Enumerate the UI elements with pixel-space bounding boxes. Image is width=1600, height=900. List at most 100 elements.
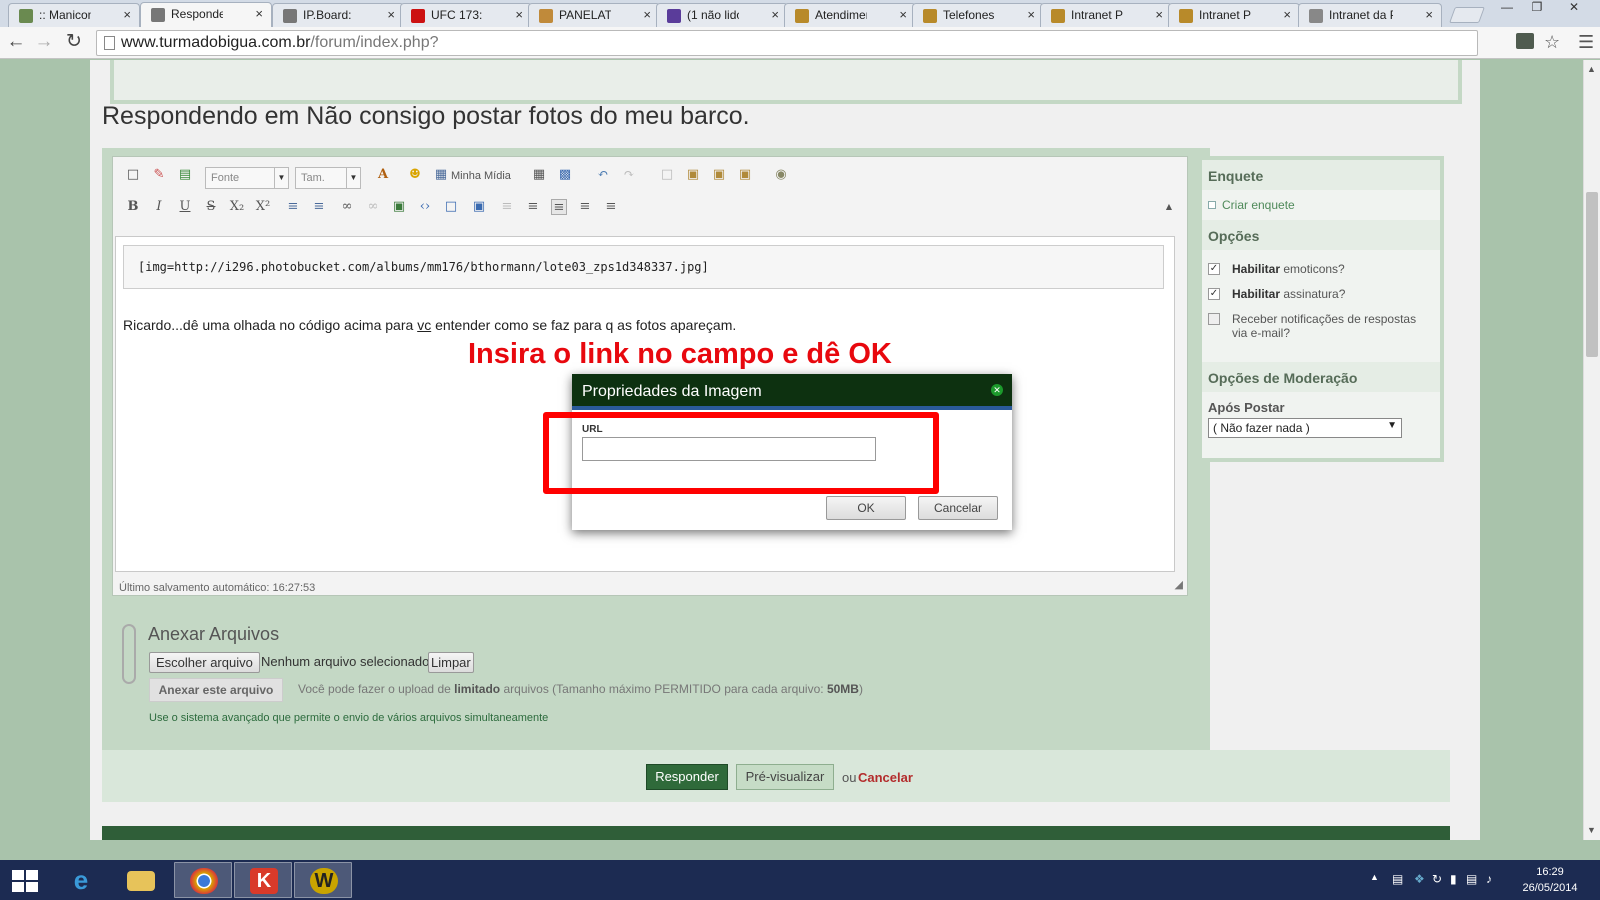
tab-close-icon[interactable]: × (643, 7, 651, 22)
numbered-list-icon[interactable]: ≡ (311, 199, 327, 215)
ie-taskbar-button[interactable]: e (52, 862, 110, 898)
enable-emoticons-option[interactable]: ✓ Habilitar emoticons? (1208, 262, 1345, 276)
close-icon[interactable]: ✕ (991, 384, 1003, 396)
extension-icon[interactable] (1516, 33, 1534, 49)
tab-1[interactable]: :: Manicomio × (8, 3, 140, 27)
dialog-cancel-button[interactable]: Cancelar (918, 496, 998, 520)
scrollbar-thumb[interactable] (1586, 192, 1598, 357)
enable-signature-option[interactable]: ✓ Habilitar assinatura? (1208, 287, 1345, 301)
chrome-taskbar-button[interactable] (174, 862, 232, 898)
eraser-icon[interactable]: ✎ (151, 167, 167, 183)
tab-8[interactable]: Telefones PMD × (912, 3, 1044, 27)
redo-icon[interactable]: ↷ (621, 167, 637, 183)
menu-icon[interactable]: ☰ (1578, 32, 1594, 53)
tab-close-icon[interactable]: × (1155, 7, 1163, 22)
ok-button[interactable]: OK (826, 496, 906, 520)
copy-icon[interactable]: □ (659, 167, 675, 183)
outdent-icon[interactable]: ≡ (499, 199, 515, 215)
superscript-icon[interactable]: X² (255, 199, 271, 215)
reply-button[interactable]: Responder (646, 764, 728, 790)
media-label[interactable]: Minha Mídia (451, 170, 511, 182)
align-center-icon[interactable]: ≡ (577, 199, 593, 215)
tab-close-icon[interactable]: × (515, 7, 523, 22)
italic-icon[interactable]: I (151, 199, 167, 215)
page-scrollbar[interactable]: ▲ ▼ (1583, 60, 1600, 840)
tab-close-icon[interactable]: × (123, 7, 131, 22)
spellcheck-icon[interactable]: ◉ (773, 167, 789, 183)
tab-5[interactable]: PANELATERAI × (528, 3, 660, 27)
code-icon[interactable]: ‹› (417, 199, 433, 215)
tab-4[interactable]: UFC 173: TJ Di × (400, 3, 532, 27)
paste-word-icon[interactable]: ▣ (737, 167, 753, 183)
after-post-select[interactable]: ( Não fazer nada ) ▼ (1208, 418, 1402, 438)
explorer-taskbar-button[interactable] (112, 862, 170, 898)
kaspersky-taskbar-button[interactable]: K (234, 862, 292, 898)
create-poll-link[interactable]: Criar enquete (1208, 198, 1295, 212)
undo-icon[interactable]: ↶ (595, 167, 611, 183)
source-icon[interactable]: □ (125, 167, 141, 183)
scroll-down-icon[interactable]: ▼ (1587, 825, 1596, 835)
font-select[interactable]: Fonte ▼ (205, 167, 289, 189)
maximize-icon[interactable]: ❐ (1522, 0, 1552, 20)
paste-icon[interactable]: ▣ (685, 167, 701, 183)
system-clock[interactable]: 16:29 26/05/2014 (1500, 864, 1600, 896)
tab-close-icon[interactable]: × (899, 7, 907, 22)
battery-icon[interactable]: ▮ (1450, 872, 1457, 886)
close-window-icon[interactable]: ✕ (1552, 0, 1596, 20)
tab-2[interactable]: Respondendo × (140, 2, 272, 27)
indent-icon[interactable]: ≡ (525, 199, 541, 215)
windows-start-icon[interactable] (12, 870, 38, 892)
emoticon-icon[interactable]: ☻ (407, 167, 423, 183)
clear-file-button[interactable]: Limpar (428, 652, 474, 673)
tab-close-icon[interactable]: × (387, 7, 395, 22)
reload-icon[interactable]: ↻ (62, 30, 86, 54)
advanced-upload-link[interactable]: Use o sistema avançado que permite o env… (149, 712, 548, 724)
keyboard-icon[interactable]: ▤ (1392, 872, 1403, 886)
size-select[interactable]: Tam. ▼ (295, 167, 361, 189)
winamp-taskbar-button[interactable]: W (294, 862, 352, 898)
attach-file-button[interactable]: Anexar este arquivo (149, 678, 283, 702)
tab-close-icon[interactable]: × (255, 6, 263, 21)
volume-icon[interactable]: ♪ (1486, 872, 1492, 886)
bold-icon[interactable]: B (125, 199, 141, 215)
tab-10[interactable]: Intranet PMDF × (1168, 3, 1300, 27)
choose-file-button[interactable]: Escolher arquivo (149, 652, 260, 673)
checkbox-checked-icon[interactable]: ✓ (1208, 288, 1220, 300)
preview-button[interactable]: Pré-visualizar (736, 764, 834, 790)
sync-icon[interactable]: ↻ (1432, 872, 1442, 886)
cancel-link[interactable]: Cancelar (858, 770, 913, 785)
dropbox-icon[interactable]: ❖ (1414, 872, 1425, 886)
spoiler-icon[interactable]: ▣ (471, 199, 487, 215)
template-icon[interactable]: ▤ (177, 167, 193, 183)
table-icon[interactable]: ▩ (557, 167, 573, 183)
image-icon[interactable]: ▣ (391, 199, 407, 215)
tab-3[interactable]: IP.Board: Mem × (272, 3, 404, 27)
underline-icon[interactable]: U (177, 199, 193, 215)
unlink-icon[interactable]: ∞ (365, 199, 381, 215)
checkbox-checked-icon[interactable]: ✓ (1208, 263, 1220, 275)
tray-expand-icon[interactable]: ▲ (1370, 872, 1379, 882)
tab-close-icon[interactable]: × (1027, 7, 1035, 22)
tab-7[interactable]: Atendimento × (784, 3, 916, 27)
network-icon[interactable]: ▤ (1466, 872, 1477, 886)
tab-close-icon[interactable]: × (771, 7, 779, 22)
media-icon[interactable]: ▦ (433, 167, 449, 183)
paste-text-icon[interactable]: ▣ (711, 167, 727, 183)
bullet-list-icon[interactable]: ≡ (285, 199, 301, 215)
link-icon[interactable]: ∞ (339, 199, 355, 215)
tab-close-icon[interactable]: × (1425, 7, 1433, 22)
new-tab-button[interactable] (1449, 7, 1485, 23)
text-color-icon[interactable]: A (375, 167, 391, 183)
checkbox-unchecked-icon[interactable] (1208, 313, 1220, 325)
tab-9[interactable]: Intranet PMDF × (1040, 3, 1172, 27)
scroll-up-icon[interactable]: ▲ (1587, 64, 1596, 74)
tab-close-icon[interactable]: × (1283, 7, 1291, 22)
email-notify-option[interactable]: Receber notificações de respostas via e-… (1208, 312, 1428, 340)
quote-icon[interactable]: □ (443, 199, 459, 215)
collapse-toolbar-icon[interactable]: ▲ (1161, 199, 1177, 215)
back-arrow-icon[interactable]: ← (4, 30, 28, 54)
strikethrough-icon[interactable]: S (203, 199, 219, 215)
minimize-icon[interactable]: — (1492, 0, 1522, 20)
tab-11[interactable]: Intranet da PM × (1298, 3, 1442, 27)
subscript-icon[interactable]: X₂ (229, 199, 245, 215)
